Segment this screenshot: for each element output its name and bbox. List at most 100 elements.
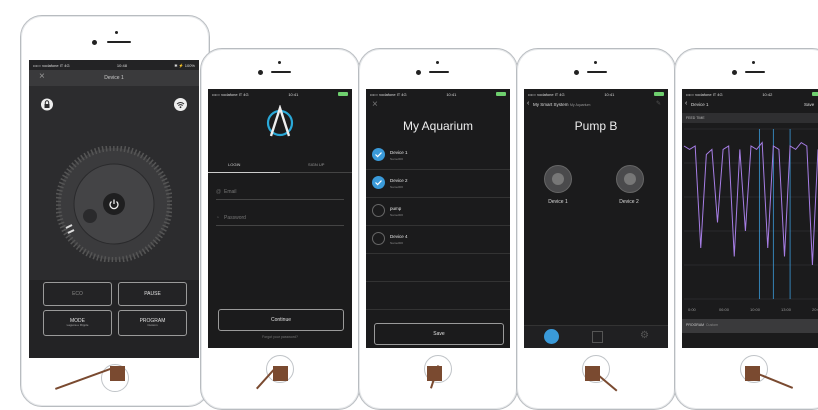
power-icon[interactable] [108,198,120,210]
callout-marker-4 [585,366,600,381]
clock: 10:42 [762,91,773,97]
lock-icon[interactable] [41,98,53,111]
list-item[interactable]: Device 4 Name000 [366,225,510,254]
chart-x-tick-label: 10:00 [750,307,761,312]
back-link[interactable]: Device 1 [691,102,709,107]
callout-marker-3 [427,366,442,381]
forgot-password-link[interactable]: Forgot your password? [208,335,352,339]
device-serial: Name000 [390,241,404,245]
tab-signup[interactable]: SIGN UP [308,162,324,167]
program-value: Custom [706,323,719,327]
device-name: Device 1 [390,150,408,155]
program-label: PROGRAM [686,323,705,327]
clock: 10:48 [116,62,127,68]
email-field[interactable]: Email [224,189,237,195]
tab-calendar-icon[interactable] [592,331,603,343]
clock: 10:41 [288,91,299,97]
chart-x-tick-label: 13:00 [781,307,792,312]
pump-icon [624,173,636,185]
chart-x-tick-label: 0:00 [688,307,697,312]
pump-label-1: Device 1 [548,199,568,205]
tab-home-icon[interactable] [544,329,559,344]
carrier: ••••○ vodafone IT 4G [370,91,407,97]
earpiece [429,71,449,73]
feed-time-chart: 0:00 06:00 10:00 13:00 20:00 [683,128,818,312]
device-serial: Name000 [390,157,404,161]
program-row[interactable]: PROGRAM Custom [682,319,818,333]
page-title: My Aquarium [402,119,474,133]
unchecked-circle-icon[interactable] [372,232,385,245]
list-divider [366,309,510,310]
screen: ••••○ vodafone IT 4G 10:41 ‹ My Smart Sy… [524,89,668,348]
unchecked-circle-icon[interactable] [372,204,385,217]
front-camera [258,70,263,75]
chart-x-tick-label: 20:00 [812,307,818,312]
save-button[interactable]: Save [374,323,504,345]
edit-icon[interactable]: ✎ [656,100,661,107]
chart-series-line [683,141,818,266]
back-link[interactable]: My Smart System [533,102,569,107]
phone-login: ••••○ vodafone IT 4G 10:41 LOGIN SIGN UP… [200,48,360,410]
phone-pump-b: ••••○ vodafone IT 4G 10:41 ‹ My Smart Sy… [516,48,676,410]
checkmark-icon[interactable] [372,176,385,189]
phone-my-aquarium: ••••○ vodafone IT 4G 10:41 × My Aquarium… [358,48,518,410]
screen: ••••○ vodafone IT 4G 10:41 LOGIN SIGN UP… [208,89,352,348]
earpiece [271,71,291,73]
device-serial: Name000 [390,213,404,217]
pause-button[interactable]: PAUSE [118,282,187,306]
close-icon[interactable]: × [372,99,378,110]
battery-indicator [812,92,818,97]
clock: 10:41 [446,91,457,97]
device-name: Device 4 [390,234,408,239]
page-title: Pump B [574,119,618,133]
sensor-dot [278,61,281,64]
carrier: ••••○ vodafone IT 4G [686,91,723,97]
list-item[interactable]: Device 2 Name000 [366,169,510,198]
pump-label-2: Device 2 [619,199,639,205]
tab-settings-icon[interactable]: ⚙ [640,330,649,341]
callout-marker-1 [110,366,125,381]
page-title: Device 1 [104,75,124,81]
sensor-dot [115,31,118,34]
password-underline [216,225,344,226]
program-button[interactable]: PROGRAM Custom [118,310,187,336]
eco-button[interactable]: ECO [43,282,112,306]
list-item[interactable]: pump Name000 [366,197,510,226]
phone-device-control: ••••○ vodafone IT 4G 10:48 ✱ ⚡ 100% × De… [20,15,210,407]
screen: ••••○ vodafone IT 4G 10:41 × My Aquarium… [366,89,510,348]
continue-button[interactable]: Continue [218,309,344,331]
callout-marker-2 [273,366,288,381]
save-link[interactable]: Save [804,102,814,107]
sensor-dot [752,61,755,64]
mode-button[interactable]: MODE Laguna e Ripple [43,310,112,336]
battery-indicator: ✱ ⚡ 100% [174,62,195,68]
list-divider [366,281,510,282]
pump-device-2[interactable] [616,165,644,193]
back-chevron-icon[interactable]: ‹ [527,100,529,107]
battery-indicator [654,92,664,97]
front-camera [92,40,97,45]
earpiece [587,71,607,73]
battery-indicator [338,92,348,97]
screen: ••••○ vodafone IT 4G 10:42 ‹ Device 1 Sa… [682,89,818,348]
earpiece [745,71,765,73]
password-icon: ◔ [216,215,220,221]
phone-feed-time: ••••○ vodafone IT 4G 10:42 ‹ Device 1 Sa… [674,48,818,410]
device-serial: Name000 [390,185,404,189]
status-bar: ••••○ vodafone IT 4G 10:42 [682,89,818,99]
callout-marker-5 [745,366,760,381]
status-bar: ••••○ vodafone IT 4G 10:48 ✱ ⚡ 100% [29,60,199,70]
wifi-icon[interactable] [174,98,187,111]
status-bar: ••••○ vodafone IT 4G 10:41 [366,89,510,99]
section-header: FEED TIME [682,113,818,123]
checkmark-icon[interactable] [372,148,385,161]
app-logo [266,105,294,137]
clock: 10:41 [604,91,615,97]
list-item[interactable]: Device 1 Name000 [366,141,510,170]
pump-device-1[interactable] [544,165,572,193]
password-field[interactable]: Password [224,215,246,221]
back-chevron-icon[interactable]: ‹ [685,100,687,107]
sensor-dot [594,61,597,64]
email-underline [216,199,344,200]
tab-login[interactable]: LOGIN [228,162,240,167]
